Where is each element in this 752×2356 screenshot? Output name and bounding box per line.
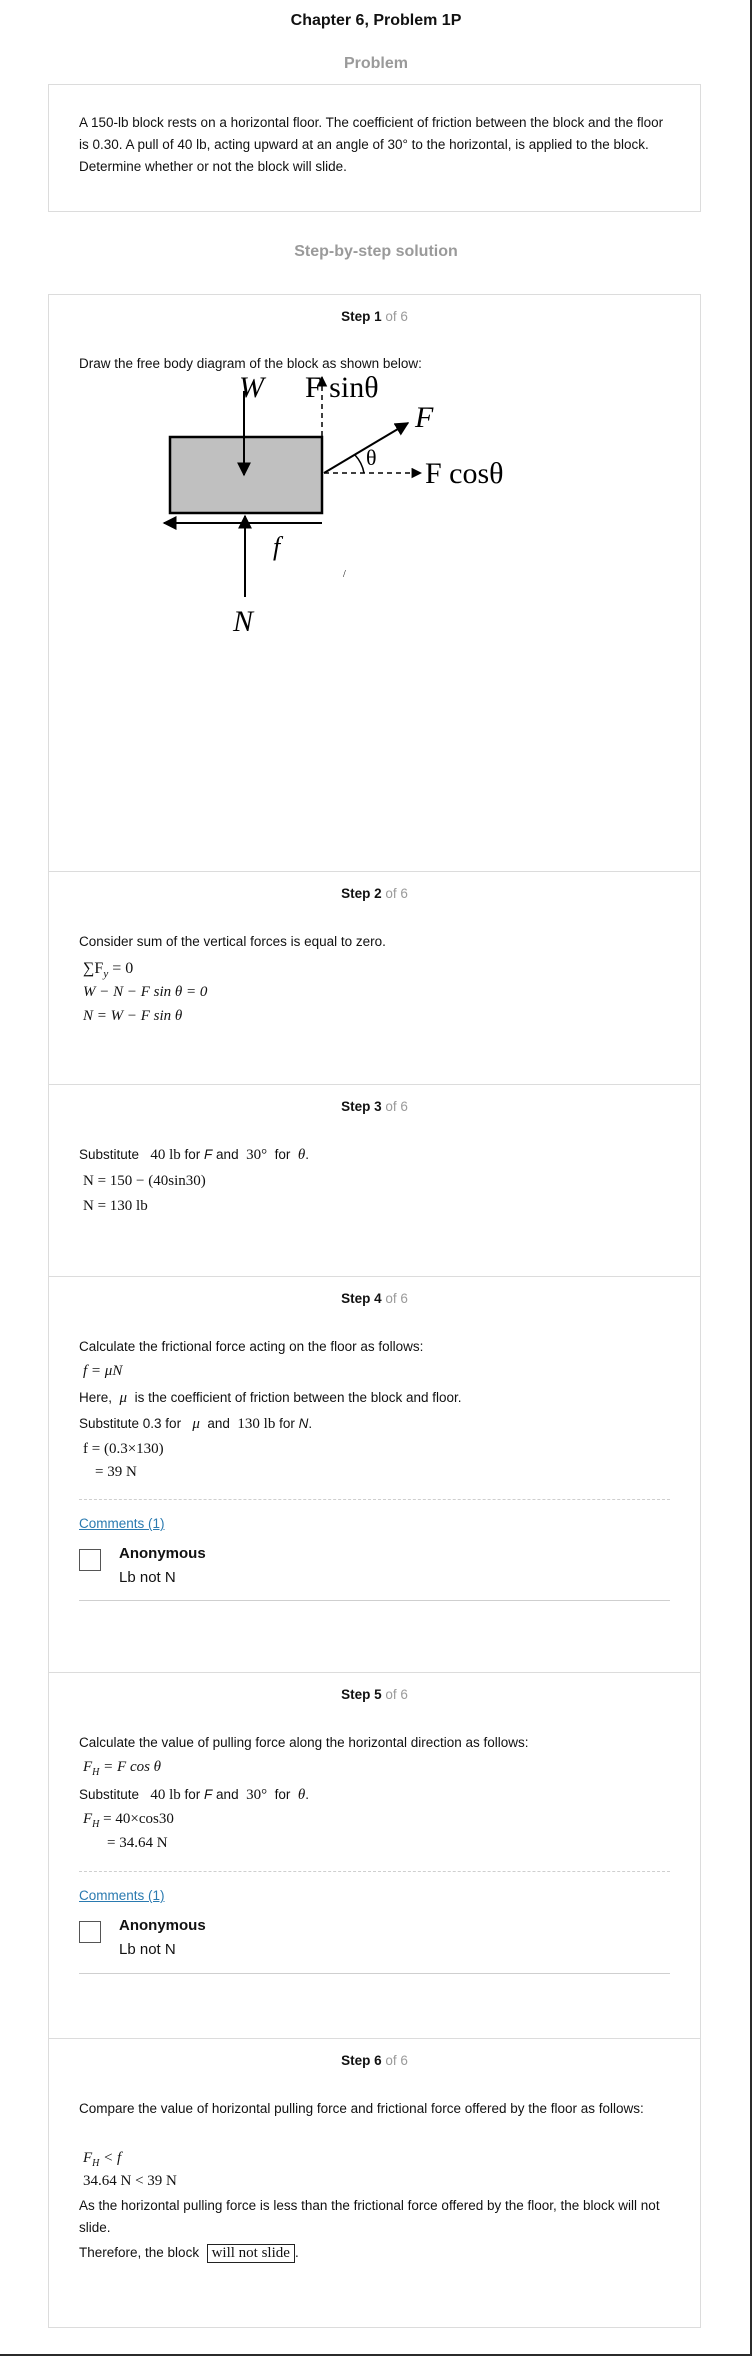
problem-heading: Problem	[343, 55, 408, 72]
step-title: Step 6 of 6	[49, 2053, 700, 2068]
step-label: Step 5	[341, 1687, 382, 1702]
step-title: Step 3 of 6	[49, 1099, 700, 1114]
step-count: of 6	[381, 2053, 408, 2068]
equation-compare-values: 34.64 N < 39 N	[83, 2173, 177, 2189]
equation-sum-fy: ∑Fy = 0	[83, 960, 134, 981]
equation-fh-result: = 34.64 N	[107, 1835, 168, 1851]
step-title: Step 2 of 6	[49, 886, 700, 901]
label-F: F	[414, 401, 434, 434]
free-body-diagram: W F sinθ F θ F cosθ f N /	[162, 375, 504, 638]
label-f: f	[273, 532, 284, 561]
step-label: Step 3	[341, 1099, 382, 1114]
equation-vertical: W − N − F sin θ = 0	[83, 984, 208, 1000]
substitute-line: Substitute 0.3 for μ and 130 lb for N.	[79, 1416, 313, 1432]
comments-link[interactable]: Comments (1)	[79, 1888, 165, 1903]
solution-steps: Step 1 of 6 Draw the free body diagram o…	[48, 294, 701, 2328]
step-label: Step 2	[341, 886, 382, 901]
theta-arc	[354, 454, 365, 474]
step-label: Step 4	[341, 1291, 382, 1306]
equation-friction: f = μN	[83, 1363, 123, 1379]
avatar	[79, 1921, 101, 1943]
step-text: Calculate the value of pulling force alo…	[79, 1735, 529, 1750]
equation-n-result: N = 130 lb	[83, 1198, 148, 1214]
label-N: N	[232, 605, 255, 638]
avatar	[79, 1549, 101, 1571]
comment-text: Lb not N	[119, 1569, 176, 1586]
comments-divider	[79, 1871, 670, 1872]
step-5: Step 5 of 6 Calculate the value of pulli…	[49, 1672, 700, 2039]
comment-author: Anonymous	[119, 1917, 206, 1934]
step-title: Step 4 of 6	[49, 1291, 700, 1306]
step-6: Step 6 of 6 Compare the value of horizon…	[49, 2038, 700, 2328]
step-count: of 6	[381, 1687, 408, 1702]
solution-heading: Step-by-step solution	[294, 243, 458, 260]
step-text: Draw the free body diagram of the block …	[79, 356, 422, 371]
substitute-line: Substitute 40 lb for F and 30° for θ.	[79, 1147, 310, 1163]
comment-divider	[79, 1600, 670, 1601]
substitute-line: Substitute 40 lb for F and 30° for θ.	[79, 1787, 310, 1803]
step-3: Step 3 of 6 Substitute 40 lb for F and 3…	[49, 1084, 700, 1277]
comment-divider	[79, 1973, 670, 1974]
problem-text: A 150-lb block rests on a horizontal flo…	[79, 115, 664, 174]
block	[168, 435, 324, 515]
equation-n-substituted: N = 150 − (40sin30)	[83, 1173, 206, 1189]
step-count: of 6	[381, 1291, 408, 1306]
label-F-sin: F sinθ	[305, 375, 379, 404]
step-count: of 6	[381, 1099, 408, 1114]
step-label: Step 6	[341, 2053, 382, 2068]
comment-author: Anonymous	[119, 1545, 206, 1562]
equation-compare: FH < f	[83, 2150, 122, 2169]
equation-f-result: = 39 N	[95, 1464, 137, 1480]
comments-divider	[79, 1499, 670, 1500]
step-1: Step 1 of 6 Draw the free body diagram o…	[49, 295, 700, 871]
step-text: Calculate the frictional force acting on…	[79, 1339, 424, 1354]
page-title: Chapter 6, Problem 1P	[290, 12, 462, 29]
equation-f-substituted: f = (0.3×130)	[83, 1441, 164, 1457]
label-theta: θ	[366, 445, 377, 470]
equation-fh-substituted: FH = 40×cos30	[83, 1811, 174, 1830]
label-F-cos: F cosθ	[425, 457, 504, 490]
here-line: Here, μ is the coefficient of friction b…	[79, 1390, 462, 1406]
final-answer: will not slide	[206, 2244, 295, 2263]
final-answer-line: Therefore, the block will not slide.	[79, 2244, 299, 2263]
step-count: of 6	[381, 886, 408, 901]
step-title: Step 1 of 6	[49, 309, 700, 324]
conclusion-text: As the horizontal pulling force is less …	[79, 2198, 660, 2235]
comments-link[interactable]: Comments (1)	[79, 1516, 165, 1531]
step-2: Step 2 of 6 Consider sum of the vertical…	[49, 871, 700, 1085]
step-title: Step 5 of 6	[49, 1687, 700, 1702]
step-text: Consider sum of the vertical forces is e…	[79, 934, 386, 949]
step-label: Step 1	[341, 309, 382, 324]
problem-box: A 150-lb block rests on a horizontal flo…	[48, 84, 701, 212]
equation-normal: N = W − F sin θ	[83, 1008, 183, 1024]
step-text: Compare the value of horizontal pulling …	[79, 2101, 644, 2116]
stray-mark: /	[343, 569, 346, 580]
label-W: W	[239, 375, 267, 404]
step-count: of 6	[381, 309, 408, 324]
comment-text: Lb not N	[119, 1941, 176, 1958]
equation-fh: FH = F cos θ	[83, 1759, 162, 1778]
step-4: Step 4 of 6 Calculate the frictional for…	[49, 1276, 700, 1673]
